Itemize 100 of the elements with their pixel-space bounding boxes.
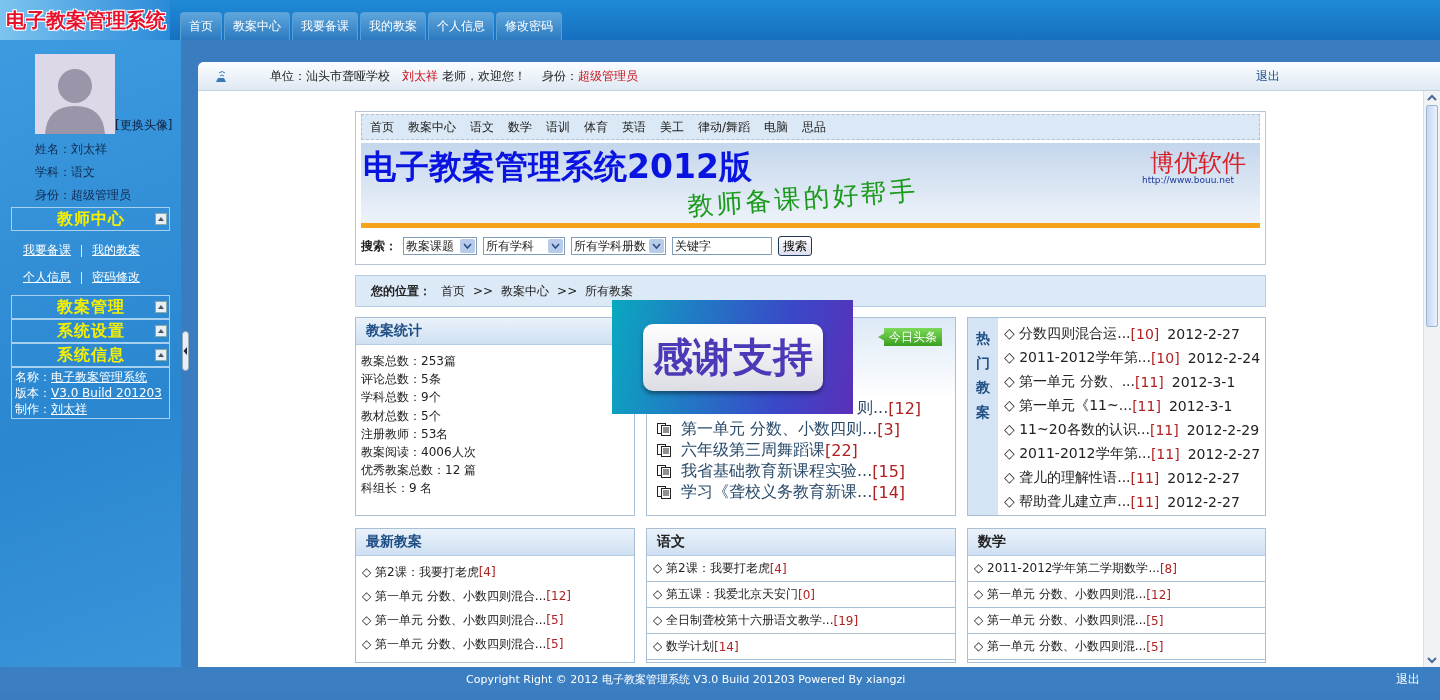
lesson-link[interactable]: ◇ 第一单元 分数、小数四则混... [974,638,1147,655]
stat-line: 优秀教案总数：12 篇 [361,462,478,480]
lesson-link[interactable]: ◇ 2011-2012学年第二学期数学... [974,560,1160,577]
post-date: 2012-2-27 [1167,494,1240,510]
stat-line: 注册教师：53名 [361,425,450,443]
menu-link[interactable]: 思品 [802,118,827,136]
lesson-link[interactable]: ◇ 第一单元 分数、小数四则混合... [362,611,547,629]
hot-link[interactable]: ◇ 聋儿的理解性语... [1004,469,1131,487]
lesson-link[interactable]: ◇ 第一单元 分数、小数四则混... [974,586,1147,603]
view-count: [3] [877,420,900,439]
lesson-link[interactable]: ◇ 第五课：我爱北京天安门 [653,586,799,603]
menu-link[interactable]: 数学 [508,118,532,136]
hot-link[interactable]: ◇ 11~20各数的认识... [1004,421,1150,439]
stat-line: 科组长：9 名 [361,480,434,498]
collapse-icon [155,213,167,225]
breadcrumb-item[interactable]: >> [473,284,494,298]
hot-link[interactable]: ◇ 2011-2012学年第... [1004,445,1151,463]
filter-dropdown[interactable]: 所有学科册数 [571,237,666,255]
view-count: [11] [1135,374,1164,390]
collapse-icon [155,349,167,361]
view-count: [11] [1150,446,1180,462]
view-count: [5] [1146,639,1164,654]
collapse-icon [155,301,167,313]
document-icon [657,486,671,499]
post-date: 2012-2-29 [1186,422,1260,438]
profile-field: 学科：语文 [35,161,181,184]
hot-link[interactable]: ◇ 第一单元《11~... [1004,397,1133,415]
menu-link[interactable]: 电脑 [764,118,789,136]
view-count: [4] [478,565,496,579]
banner-title: 电子教案管理系统2012版 [363,146,752,188]
sidebar-link[interactable]: 密码修改 [92,269,140,286]
hot-link[interactable]: ◇ 第一单元 分数、... [1004,373,1136,391]
role-value: 超级管理员 [578,67,638,85]
menu-link[interactable]: 教案中心 [408,118,456,136]
lesson-link[interactable]: ◇ 全日制聋校第十六册语文教学... [653,612,834,629]
stat-line: 评论总数：5条 [361,371,442,389]
system-logo: 电子教案管理系统 [0,0,170,40]
filter-dropdown[interactable]: 教案课题 [403,237,477,255]
profile-field: 身份：超级管理员 [35,184,181,207]
change-avatar-link[interactable]: [更换头像] [115,117,173,134]
role-label: 身份： [542,67,578,85]
lesson-link[interactable]: ◇ 第2课：我要打老虎 [653,560,770,577]
menu-link[interactable]: 英语 [622,118,646,136]
document-icon [657,423,671,436]
news-link[interactable]: 则... [857,398,889,419]
logout-link[interactable]: 退出 [1396,671,1420,688]
headline-badge: 今日头条 [878,328,942,346]
hot-link[interactable]: ◇ 帮助聋儿建立声... [1004,493,1131,511]
unit-name: 汕头市聋哑学校 [306,67,390,85]
view-count: [12] [546,589,571,603]
stat-line: 教案阅读：4006人次 [361,444,477,461]
menu-link[interactable]: 美工 [660,118,684,136]
view-count: [10] [1130,326,1160,342]
logout-link[interactable]: 退出 [1256,67,1280,85]
filter-dropdown[interactable]: 所有学科 [483,237,565,255]
lesson-link[interactable]: ◇ 第一单元 分数、小数四则混合... [362,635,547,653]
news-link[interactable]: 第一单元 分数、小数四则... [681,419,878,440]
info-link[interactable]: 刘太祥 [51,402,87,416]
view-count: [12] [1146,587,1171,602]
hot-link[interactable]: ◇ 分数四则混合运... [1004,325,1131,343]
news-link[interactable]: 我省基础教育新课程实验... [681,461,873,482]
view-count: [4] [769,561,787,576]
view-count: [19] [833,613,859,628]
breadcrumb-item[interactable]: 所有教案 [585,282,634,300]
view-count: [5] [546,637,564,651]
hot-link[interactable]: ◇ 2011-2012学年第... [1004,349,1151,367]
menu-link[interactable]: 首页 [370,118,394,136]
breadcrumb-label: 您的位置： [371,282,431,300]
news-link[interactable]: 六年级第三周舞蹈课 [681,440,825,461]
breadcrumb-item[interactable]: 首页 [441,282,465,300]
menu-link[interactable]: 语文 [470,118,494,136]
info-label: 制作： [15,402,51,416]
post-date: 2012-2-27 [1187,446,1261,462]
news-link[interactable]: 学习《聋校义务教育新课... [681,482,873,503]
breadcrumb-item[interactable]: 教案中心 [501,282,550,300]
sidebar-link[interactable]: 我的教案 [92,242,140,259]
lesson-link[interactable]: ◇ 第一单元 分数、小数四则混合... [362,587,547,605]
section-title: 系统设置 [56,320,125,342]
sidebar-link[interactable]: 个人信息 [23,269,71,286]
view-count: [22] [825,441,858,460]
menu-link[interactable]: 语训 [546,118,570,136]
keyword-field[interactable]: 关键字 [672,237,772,255]
lesson-link[interactable]: ◇ 第2课：我要打老虎 [362,563,479,581]
post-date: 2012-2-24 [1187,350,1261,366]
menu-link[interactable]: 体育 [584,118,608,136]
menu-link[interactable]: 律动/舞蹈 [698,118,751,136]
brand-url: http://www.bouu.net [1142,175,1234,185]
info-link[interactable]: 电子教案管理系统 [51,370,147,384]
info-label: 名称： [15,370,51,384]
lesson-link[interactable]: ◇ 数学计划 [653,638,715,655]
unit-label: 单位： [270,67,306,85]
document-icon [657,465,671,478]
info-link[interactable]: V3.0 Build 201203 [51,386,162,400]
panel-title: 语文 [647,529,955,556]
post-date: 2012-3-1 [1171,374,1236,390]
breadcrumb-item[interactable]: >> [557,284,578,298]
panel-title: 最新教案 [356,529,634,556]
brand-name: 博优软件 [1150,148,1246,177]
lesson-link[interactable]: ◇ 第一单元 分数、小数四则混... [974,612,1147,629]
search-button[interactable]: 搜索 [778,236,812,256]
